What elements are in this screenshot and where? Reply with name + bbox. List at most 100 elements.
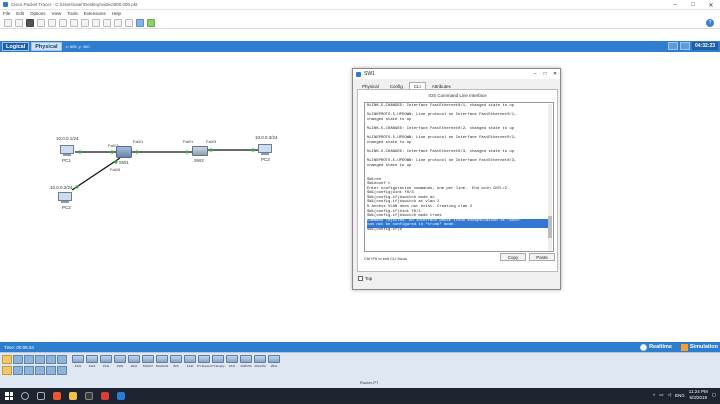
hubs-icon[interactable] (24, 366, 34, 375)
language-indicator[interactable]: ENG (675, 393, 685, 398)
device-item[interactable]: PT-Router (197, 355, 211, 368)
tray-chevron-icon[interactable]: ^ (653, 393, 655, 398)
taskbar-media[interactable] (98, 390, 112, 402)
ios-cli-panel: IOS Command Line Interface %LINK-5-CHANG… (357, 89, 558, 272)
simulation-mode-button[interactable]: Simulation (680, 343, 718, 351)
realtime-mode-button[interactable]: Realtime (640, 343, 672, 351)
device-item[interactable]: 1941 (100, 355, 112, 368)
menu-edit[interactable]: Edit (16, 11, 24, 16)
tab-attributes[interactable]: Attributes (427, 82, 456, 89)
routers-icon[interactable] (2, 366, 12, 375)
tab-logical[interactable]: Logical (2, 42, 30, 51)
network-icon[interactable]: ▭ (659, 392, 663, 398)
connections-icon[interactable] (35, 355, 45, 364)
set-tiled-background-icon[interactable] (680, 42, 690, 50)
device-item[interactable]: 819IOX (142, 355, 154, 368)
volume-icon[interactable]: ◁ (668, 392, 671, 398)
taskbar-task-view[interactable] (34, 390, 48, 402)
security-icon[interactable] (46, 366, 56, 375)
device-item[interactable]: 829 (170, 355, 182, 368)
zoom-out-icon[interactable] (125, 18, 133, 27)
palette-icon[interactable] (136, 18, 144, 27)
zoom-reset-icon[interactable] (114, 18, 122, 27)
help-icon[interactable]: ? (706, 19, 714, 27)
scrollbar-thumb[interactable] (548, 216, 552, 238)
paste-button[interactable]: Paste (529, 253, 555, 261)
menu-file[interactable]: File (3, 11, 10, 16)
paste-icon[interactable] (70, 18, 78, 27)
console-scrollbar[interactable] (548, 104, 552, 251)
device-item[interactable]: PT-Empty (211, 355, 225, 368)
zoom-in-icon[interactable] (103, 18, 111, 27)
taskbar-explorer[interactable] (66, 390, 80, 402)
device-item-label: 819HGW (155, 364, 169, 368)
print-icon[interactable] (37, 18, 45, 27)
tab-cli[interactable]: CLI (408, 82, 426, 89)
multiuser-icon[interactable] (57, 355, 67, 364)
taskbar-app[interactable] (82, 390, 96, 402)
console-prompt[interactable]: SW1(config-if)# (367, 228, 551, 233)
taskbar-packet-tracer[interactable] (114, 390, 128, 402)
misc-icon[interactable] (46, 355, 56, 364)
open-file-icon[interactable] (15, 18, 23, 27)
device-item[interactable]: 2621XM (254, 355, 266, 368)
taskbar-clock[interactable]: 11:24 PM 5/3/2019 (689, 389, 708, 401)
dialog-maximize-icon[interactable]: □ (540, 69, 550, 79)
checkbox-icon[interactable] (358, 276, 363, 281)
top-checkbox-label: Top (365, 276, 373, 281)
pc1-device[interactable] (60, 145, 74, 157)
components-icon[interactable] (24, 355, 34, 364)
device-item[interactable]: 1240 (184, 355, 196, 368)
device-item[interactable]: 4331 (72, 355, 84, 368)
sw1-device[interactable] (116, 146, 132, 158)
link-sw1-pc2[interactable] (71, 157, 121, 191)
top-checkbox[interactable]: Top (358, 276, 372, 281)
sw2-device[interactable] (192, 146, 208, 156)
dialog-minimize-icon[interactable]: – (530, 69, 540, 79)
menu-tools[interactable]: Tools (67, 11, 78, 16)
new-file-icon[interactable] (4, 18, 12, 27)
notifications-icon[interactable]: ▢ (712, 392, 716, 398)
dialog-close-icon[interactable]: ✕ (550, 69, 560, 79)
device-item-label: 1941 (102, 364, 110, 368)
minimize-icon[interactable]: – (666, 0, 684, 10)
close-icon[interactable]: ✕ (702, 0, 720, 10)
menu-extensions[interactable]: Extensions (84, 11, 106, 16)
custom-device-icon[interactable] (147, 18, 155, 27)
device-item[interactable]: 2901 (114, 355, 126, 368)
menu-view[interactable]: View (52, 11, 62, 16)
packet-tracer-taskbar-icon (117, 392, 125, 400)
pc3-device[interactable] (258, 144, 272, 156)
wireless-icon[interactable] (35, 366, 45, 375)
device-item[interactable]: 2811 (268, 355, 280, 368)
save-icon[interactable] (26, 18, 34, 27)
device-item[interactable]: 819HGW (156, 355, 168, 368)
device-item[interactable]: 2620XM (240, 355, 252, 368)
device-item[interactable]: 2911 (128, 355, 140, 368)
menu-help[interactable]: Help (112, 11, 121, 16)
device-item[interactable]: 4321 (86, 355, 98, 368)
device-item[interactable]: 1841 (226, 355, 238, 368)
dialog-titlebar[interactable]: SW1 – □ ✕ (353, 69, 560, 79)
viewport-icon[interactable] (668, 42, 678, 50)
maximize-icon[interactable]: □ (684, 0, 702, 10)
tab-physical[interactable]: Physical (31, 42, 62, 51)
menu-options[interactable]: Options (30, 11, 46, 16)
taskbar-search[interactable] (18, 390, 32, 402)
switches-icon[interactable] (13, 366, 23, 375)
start-button[interactable] (2, 390, 16, 402)
wan-emulation-icon[interactable] (57, 366, 67, 375)
redo-icon[interactable] (92, 18, 100, 27)
tab-physical-config[interactable]: Physical (357, 82, 384, 89)
pc2-device[interactable] (58, 192, 72, 204)
end-devices-icon[interactable] (13, 355, 23, 364)
taskbar-brave[interactable] (50, 390, 64, 402)
network-devices-icon[interactable] (2, 355, 12, 364)
tab-config[interactable]: Config (385, 82, 408, 89)
copy-button[interactable]: Copy (500, 253, 526, 261)
undo-icon[interactable] (81, 18, 89, 27)
windows-taskbar: ^ ▭ ◁ ENG 11:24 PM 5/3/2019 ▢ (0, 388, 720, 404)
copy-icon[interactable] (59, 18, 67, 27)
cli-console[interactable]: %LINK-5-CHANGED: Interface FastEthernet0… (364, 102, 554, 252)
wizard-icon[interactable] (48, 18, 56, 27)
